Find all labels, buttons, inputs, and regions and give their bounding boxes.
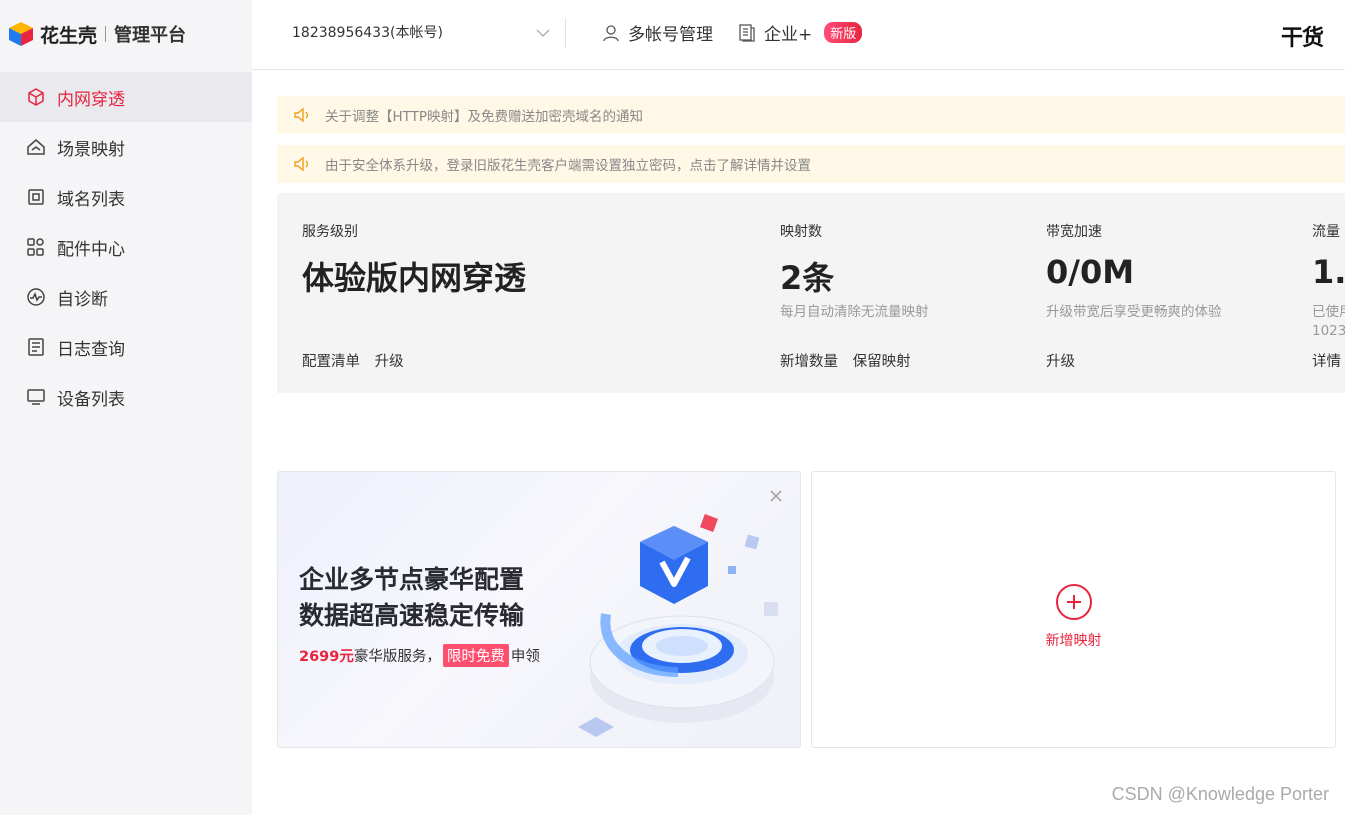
promo-banner[interactable]: 企业多节点豪华配置 数据超高速稳定传输 2699元 豪华版服务， 限时免费 申领: [277, 471, 801, 748]
new-badge: 新版: [824, 22, 863, 43]
stat-links: 升级: [1046, 350, 1085, 371]
grid-icon: [26, 237, 46, 257]
brand-name: 花生壳: [40, 24, 98, 47]
sidebar-item-label: 配件中心: [57, 239, 125, 260]
stat-label: 映射数: [780, 224, 822, 240]
banner-price: 2699元: [299, 649, 354, 665]
sidebar-item-scene[interactable]: 场景映射: [0, 122, 252, 172]
logo-cube-icon: [9, 22, 33, 46]
stat-links: 新增数量 保留映射: [780, 350, 921, 371]
top-header: 18238956433(本帐号) 多帐号管理 企业+ 新版 干货: [252, 0, 1345, 70]
chevron-down-icon[interactable]: [536, 26, 550, 40]
enterprise-label: 企业+: [764, 25, 813, 45]
enterprise-button[interactable]: 企业+ 新版: [738, 20, 863, 45]
stat-value: 1.0: [1312, 253, 1345, 291]
stat-links: 详情: [1312, 350, 1345, 371]
banner-free-tag: 限时免费: [442, 644, 509, 667]
sidebar-item-label: 自诊断: [57, 289, 108, 310]
sidebar-item-label: 内网穿透: [57, 89, 125, 110]
notice-text: 由于安全体系升级，登录旧版花生壳客户端需设置独立密码，点击了解详情并设置: [325, 158, 811, 174]
speaker-icon: [294, 107, 309, 123]
multi-account-label: 多帐号管理: [628, 25, 713, 45]
stat-label: 流量: [1312, 224, 1340, 240]
banner-claim-text: 申领: [510, 649, 540, 665]
multi-account-button[interactable]: 多帐号管理: [602, 20, 713, 45]
stat-desc-secondary: 1023: [1312, 323, 1345, 339]
keep-mapping-link[interactable]: 保留映射: [853, 354, 911, 370]
notice-security[interactable]: 由于安全体系升级，登录旧版花生壳客户端需设置独立密码，点击了解详情并设置: [277, 145, 1345, 183]
add-quantity-link[interactable]: 新增数量: [780, 354, 838, 370]
stats-panel: 服务级别 体验版内网穿透 配置清单 升级 映射数 2条 每月自动清除无流量映射 …: [277, 193, 1345, 393]
logo-divider: [105, 26, 107, 42]
watermark: CSDN @Knowledge Porter: [1111, 784, 1329, 804]
notice-text: 关于调整【HTTP映射】及免费赠送加密壳域名的通知: [325, 109, 644, 125]
brand-subtitle: 管理平台: [114, 25, 187, 46]
add-mapping-plus-icon[interactable]: [1056, 584, 1092, 620]
stat-value: 体验版内网穿透: [302, 259, 527, 297]
speaker-icon: [294, 156, 309, 172]
banner-offer: 2699元 豪华版服务， 限时免费 申领: [299, 644, 540, 667]
document-icon: [739, 23, 755, 42]
sidebar-item-domains[interactable]: 域名列表: [0, 172, 252, 222]
sidebar-item-label: 域名列表: [57, 189, 125, 210]
upgrade-bandwidth-link[interactable]: 升级: [1046, 354, 1075, 370]
sidebar-item-label: 设备列表: [57, 389, 125, 410]
stat-desc: 每月自动清除无流量映射: [780, 304, 929, 320]
sidebar-item-devices[interactable]: 设备列表: [0, 372, 252, 422]
logo[interactable]: 花生壳 管理平台: [8, 20, 186, 48]
user-icon: [603, 24, 619, 41]
header-divider: [565, 18, 566, 48]
monitor-icon: [26, 387, 46, 407]
sidebar-item-accessories[interactable]: 配件中心: [0, 222, 252, 272]
notice-http[interactable]: 关于调整【HTTP映射】及免费赠送加密壳域名的通知: [277, 96, 1345, 134]
sidebar-item-intranet[interactable]: 内网穿透: [0, 72, 252, 122]
stat-label: 服务级别: [302, 224, 358, 240]
stat-label: 带宽加速: [1046, 224, 1102, 240]
stat-value: 2条: [780, 259, 835, 297]
details-link[interactable]: 详情: [1312, 354, 1341, 370]
banner-headline-2: 数据超高速稳定传输: [299, 601, 525, 630]
add-mapping-label[interactable]: 新增映射: [812, 630, 1335, 650]
brand-logo-right: 干货: [1280, 26, 1324, 51]
add-mapping-card[interactable]: 新增映射: [811, 471, 1336, 748]
stat-desc: 已使用: [1312, 304, 1345, 320]
shield-illustration: [578, 514, 778, 737]
sidebar-item-logs[interactable]: 日志查询: [0, 322, 252, 372]
banner-headline-1: 企业多节点豪华配置: [299, 565, 525, 594]
log-icon: [26, 337, 46, 357]
sidebar-item-label: 日志查询: [57, 339, 125, 360]
cube-icon: [26, 87, 46, 107]
diagnose-icon: [26, 287, 46, 307]
sidebar-item-diagnose[interactable]: 自诊断: [0, 272, 252, 322]
stat-value: 0/0M: [1046, 253, 1135, 291]
sidebar-nav: 内网穿透 场景映射 域名列表 配件中心 自诊断 日志查询 设备列表: [0, 72, 252, 422]
domain-icon: [26, 187, 46, 207]
stat-desc: 升级带宽后享受更畅爽的体验: [1046, 304, 1222, 320]
banner-offer-text: 豪华版服务，: [353, 649, 441, 665]
house-icon: [26, 137, 46, 157]
upgrade-link[interactable]: 升级: [375, 354, 404, 370]
config-list-link[interactable]: 配置清单: [302, 354, 360, 370]
stat-links: 配置清单 升级: [302, 350, 414, 371]
sidebar: 花生壳 管理平台 内网穿透 场景映射 域名列表 配件中心 自诊断 日志查询 设备…: [0, 0, 252, 815]
account-selector[interactable]: 18238956433(本帐号): [292, 22, 443, 42]
sidebar-item-label: 场景映射: [57, 139, 125, 160]
close-icon[interactable]: [770, 490, 782, 502]
